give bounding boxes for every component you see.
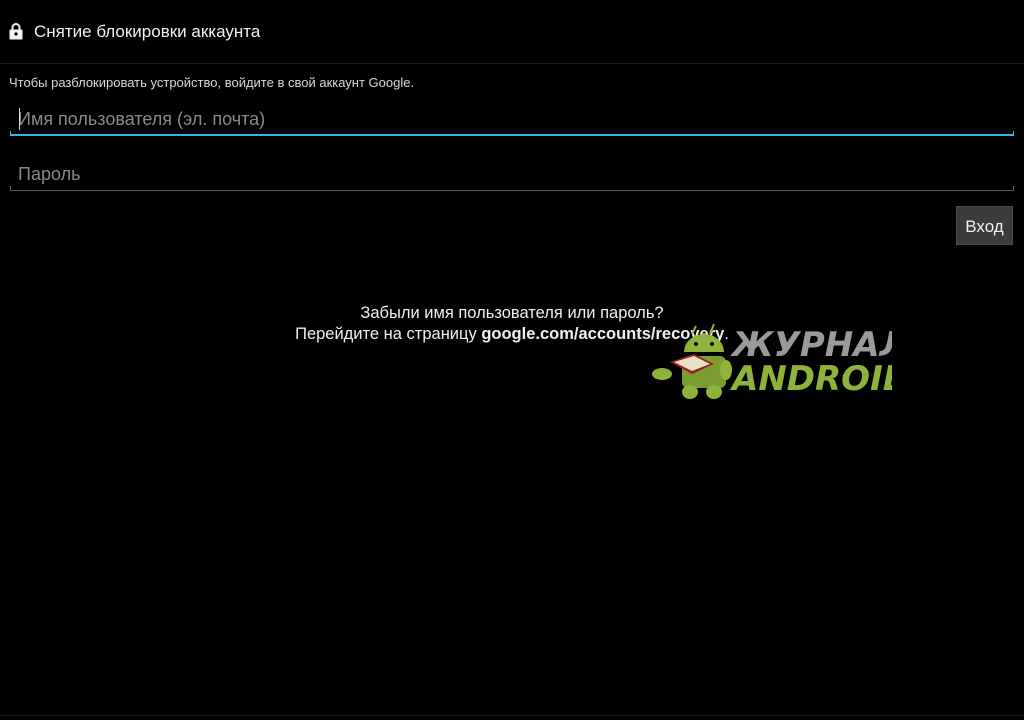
instruction-text: Чтобы разблокировать устройство, войдите… <box>9 75 415 90</box>
journal-android-watermark: ЖУРНАЛ ANDROID <box>652 323 892 399</box>
recovery-prefix: Перейдите на страницу <box>295 325 482 343</box>
field-underline <box>10 134 1014 136</box>
page-title: Снятие блокировки аккаунта <box>34 22 261 41</box>
android-reading-icon <box>652 323 732 399</box>
watermark-subtitle: ANDROID <box>729 359 892 399</box>
field-underline <box>10 190 1014 191</box>
login-button[interactable]: Вход <box>956 206 1013 245</box>
unlock-account-screen: Снятие блокировки аккаунта Чтобы разблок… <box>0 0 1024 720</box>
bottom-divider <box>0 715 1024 716</box>
username-field-container <box>10 104 1014 136</box>
password-input[interactable] <box>10 159 1014 189</box>
lock-icon <box>9 23 23 40</box>
password-field-container <box>10 159 1014 191</box>
username-input[interactable] <box>10 104 1014 134</box>
title-bar: Снятие блокировки аккаунта <box>0 0 1024 64</box>
text-cursor <box>19 108 20 130</box>
